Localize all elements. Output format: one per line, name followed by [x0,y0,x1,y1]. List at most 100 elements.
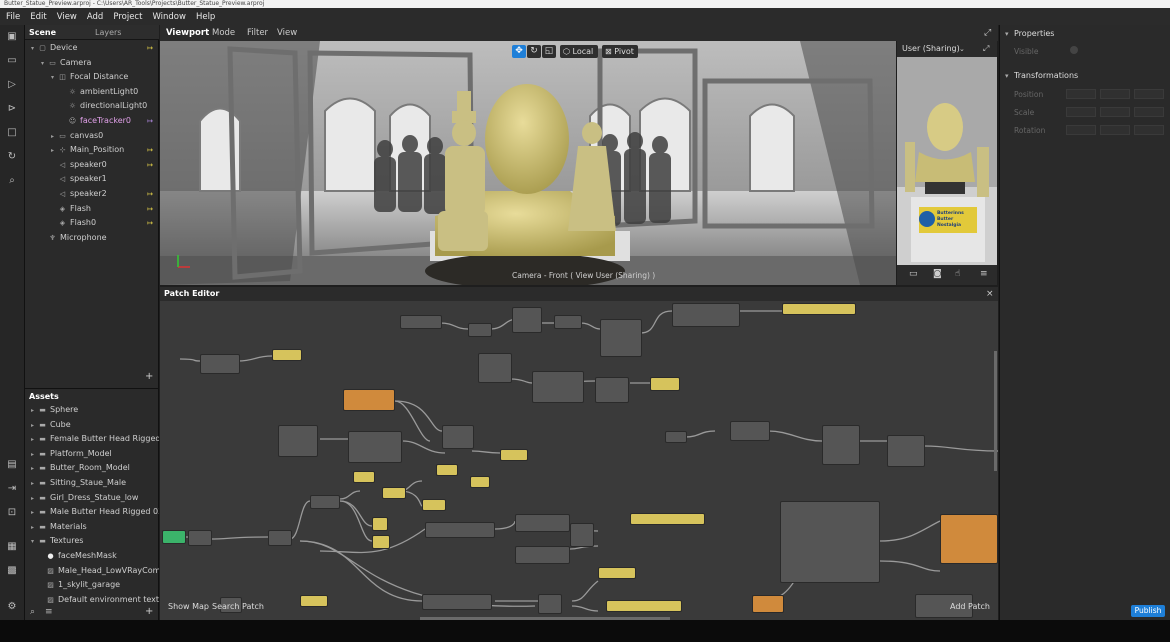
touch-icon[interactable]: ☝ [955,269,960,279]
asset-item-male-head-lowvraycom[interactable]: ▨ Male_Head_LowVRayCom... [39,564,159,578]
tab-viewport[interactable]: Viewport [166,25,209,41]
asset-search-icon[interactable]: ⌕ [30,607,35,617]
asset-item-female-butter-head-rigged[interactable]: ▸ ▬ Female Butter Head Rigged... [31,432,159,446]
scene-item-speaker2[interactable]: ◁ speaker2 ↦ [51,187,159,201]
caret-icon[interactable]: ▸ [31,433,38,446]
transform-field[interactable] [1066,125,1096,135]
caret-icon[interactable]: ▸ [31,477,38,490]
scene-item-ambientlight0[interactable]: ☼ ambientLight0 [61,85,159,99]
search-icon[interactable]: ⌕ [6,175,18,187]
local-space-button[interactable]: ⬡ Local [560,45,598,58]
asset-item-platform-model[interactable]: ▸ ▬ Platform_Model [31,447,159,461]
add-object-button[interactable]: + [145,371,153,382]
patch-node-texture-loop[interactable] [343,389,395,411]
pivot-button[interactable]: ⊠ Pivot [602,45,638,58]
scale-tool-button[interactable]: ◱ [542,45,556,58]
patch-node-speaker-a[interactable] [353,471,375,483]
folder-icon[interactable]: ▤ [6,459,18,471]
transform-field[interactable] [1066,89,1096,99]
asset-item-male-butter-head-rigged-03[interactable]: ▸ ▬ Male Butter Head Rigged 03 [31,505,159,519]
patch-node-screen-tap[interactable] [400,315,442,329]
patch-link-icon[interactable]: ↦ [147,187,153,201]
caret-icon[interactable]: ▸ [31,419,38,432]
publish-button[interactable]: Publish [1131,605,1165,617]
patch-node-speaker-b[interactable] [436,464,458,476]
scene-item-directionallight0[interactable]: ☼ directionalLight0 [61,99,159,113]
scene-item-speaker1[interactable]: ◁ speaker1 [51,172,159,186]
asset-item-facemeshmask[interactable]: ● faceMeshMask [39,549,159,563]
patch-vertical-scrollbar[interactable] [994,351,997,471]
transform-field[interactable] [1134,107,1164,117]
patch-link-icon[interactable]: ↦ [147,216,153,230]
patch-node-pulse-3[interactable] [665,431,687,443]
asset-item-default-environment-textu[interactable]: ▨ Default environment textu... [39,593,159,607]
menu-window[interactable]: Window [148,12,190,22]
console-icon[interactable]: ▦ [6,541,18,553]
caret-icon[interactable]: ▸ [51,144,58,158]
patch-node-main-position[interactable] [630,513,705,525]
patch-node-speaker-texture[interactable] [752,595,784,613]
panel-layout-icon[interactable]: ▣ [6,31,18,43]
search-patch-button[interactable]: Search Patch [212,602,264,611]
patch-link-icon[interactable]: ↦ [147,143,153,157]
play-icon[interactable]: ▷ [6,79,18,91]
asset-item-girl-dress-statue-low[interactable]: ▸ ▬ Girl_Dress_Statue_low [31,491,159,505]
menu-edit[interactable]: Edit [26,12,50,22]
scene-item-facetracker0[interactable]: ☺ faceTracker0 ↦ [61,114,159,128]
menu-add[interactable]: Add [83,12,107,22]
caret-icon[interactable]: ▸ [31,506,38,519]
patch-link-icon[interactable]: ↦ [147,114,153,128]
patch-node-pulse-2[interactable] [554,315,582,329]
record-video-icon[interactable]: ▭ [909,269,918,279]
mode-menu[interactable]: Mode [212,25,235,41]
patch-node-mix[interactable] [595,377,629,403]
patch-node-transition-2[interactable] [887,435,925,467]
patch-node-speaker-d[interactable] [382,487,406,499]
viewport-3d[interactable]: ✥ ↻ ◱ ⬡ Local ⊠ Pivot Camera - Front ( V… [160,41,896,285]
patch-node-unpack-2[interactable] [425,522,495,538]
asset-item-cube[interactable]: ▸ ▬ Cube [31,418,159,432]
caret-icon[interactable]: ▸ [51,130,58,144]
patch-node-delay[interactable] [200,354,240,374]
close-patch-editor-icon[interactable]: × [986,287,994,301]
view-menu[interactable]: View [277,25,297,41]
patch-node-flash-out-2[interactable] [500,449,528,461]
scene-item-main-position[interactable]: ▸ ⊹ Main_Position ↦ [51,143,159,157]
patch-node-transition[interactable] [672,303,740,327]
menu-file[interactable]: File [2,12,24,22]
patch-node-face-animation[interactable] [780,501,880,583]
tab-layers[interactable]: Layers [95,25,121,40]
scene-item-camera[interactable]: ▾ ▭ Camera [41,56,159,70]
caret-icon[interactable]: ▸ [31,404,38,417]
patch-node-exponential-smoothing[interactable] [515,514,570,532]
menu-project[interactable]: Project [109,12,146,22]
patch-editor-canvas[interactable]: Show Map Search Patch Add Patch [160,301,998,620]
tab-scene[interactable]: Scene [29,25,56,40]
patch-node-pulse[interactable] [468,323,492,337]
refresh-icon[interactable]: ↻ [6,151,18,163]
patch-node-mix-2[interactable] [442,425,474,449]
patch-node-loop-animation[interactable] [478,353,512,383]
patch-node-pack-2[interactable] [538,594,562,614]
patch-node-loop-animation-2[interactable] [278,425,318,457]
patch-node-face-select[interactable] [188,530,212,546]
screenshot-icon[interactable]: ◙ [933,269,942,279]
more-menu-icon[interactable]: ≡ [980,269,988,279]
patch-node-delay-2[interactable] [730,421,770,441]
patch-node-exponential-smoothing-2[interactable] [515,546,570,564]
caret-icon[interactable]: ▸ [31,462,38,475]
patch-node-animation-2[interactable] [822,425,860,465]
scene-item-canvas0[interactable]: ▸ ▭ canvas0 [51,129,159,143]
caret-icon[interactable]: ▾ [31,42,38,56]
transform-field[interactable] [1066,107,1096,117]
scene-item-microphone[interactable]: ♆ Microphone [41,231,159,245]
collapse-transformations-icon[interactable]: ▾ [1005,72,1009,80]
transform-field[interactable] [1100,107,1130,117]
patch-node-unpack-3[interactable] [422,594,492,610]
patch-node-animation[interactable] [600,319,642,357]
patch-link-icon[interactable]: ↦ [147,202,153,216]
caret-icon[interactable]: ▾ [51,71,58,85]
popout-icon[interactable]: ⤢ [983,41,989,57]
chevron-down-icon[interactable]: ⌄ [959,41,965,57]
caret-icon[interactable]: ▸ [31,521,38,534]
